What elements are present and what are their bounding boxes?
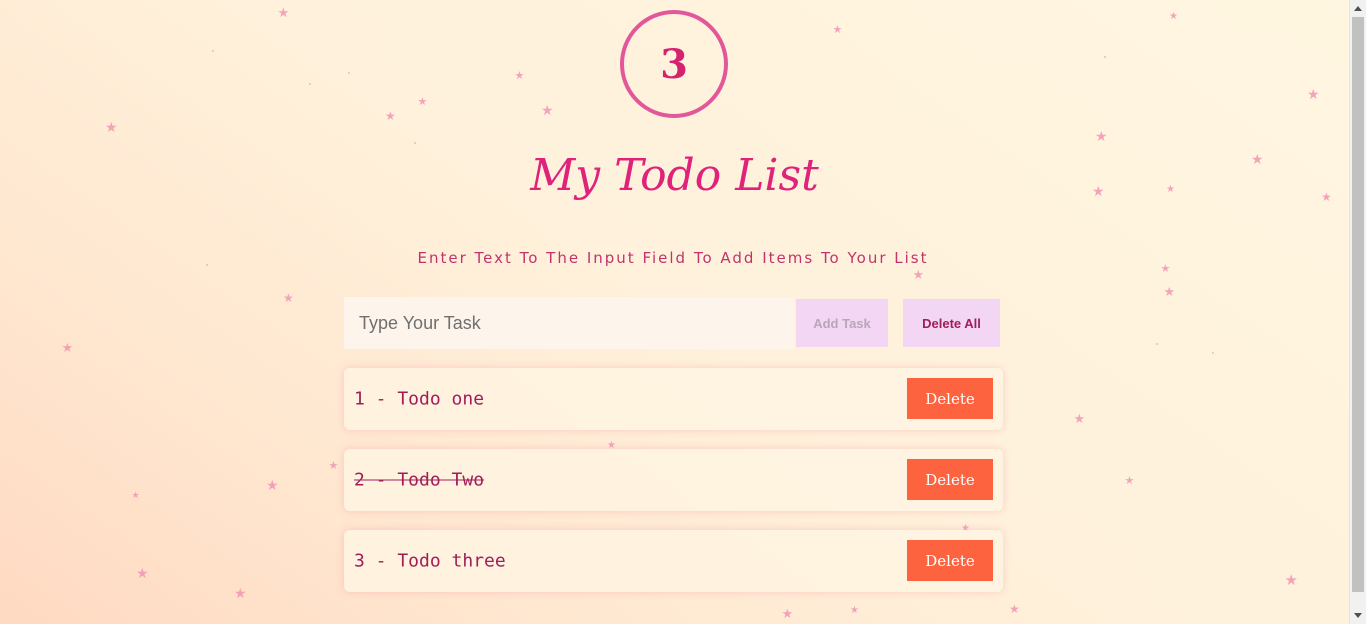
star-icon: ★	[277, 5, 290, 21]
todo-item[interactable]: 2 - Todo Two Delete	[344, 449, 1003, 511]
star-icon: ★	[417, 94, 428, 108]
scroll-thumb[interactable]	[1352, 17, 1364, 592]
delete-todo-button[interactable]: Delete	[907, 459, 993, 500]
star-icon: ★	[1095, 129, 1108, 145]
star-icon: ★	[1124, 473, 1135, 487]
star-icon: ★	[832, 22, 843, 36]
sparkle-dot	[1212, 352, 1214, 354]
star-icon: ★	[912, 267, 925, 283]
star-icon: ★	[1163, 284, 1176, 300]
star-icon: ★	[105, 120, 118, 136]
sparkle-dot	[309, 83, 311, 85]
sparkle-dot	[1104, 56, 1106, 58]
star-icon: ★	[781, 606, 794, 622]
star-icon: ★	[1169, 11, 1178, 22]
sparkle-dot	[212, 50, 214, 52]
star-icon: ★	[1073, 411, 1086, 427]
sparkle-dot	[348, 72, 350, 74]
todo-text[interactable]: 2 - Todo Two	[354, 470, 484, 491]
star-icon: ★	[541, 103, 554, 119]
star-icon: ★	[136, 566, 149, 582]
delete-all-button[interactable]: Delete All	[903, 299, 1000, 347]
todo-count: 3	[660, 40, 688, 88]
star-icon: ★	[131, 490, 140, 501]
todo-count-badge: 3	[620, 10, 728, 118]
page-subtitle: Enter Text To The Input Field To Add Ite…	[417, 249, 929, 267]
star-icon: ★	[385, 109, 396, 123]
add-task-button[interactable]: Add Task	[796, 299, 888, 347]
delete-todo-button[interactable]: Delete	[907, 378, 993, 419]
star-icon: ★	[850, 605, 859, 616]
star-icon: ★	[1284, 570, 1298, 589]
delete-todo-button[interactable]: Delete	[907, 540, 993, 581]
scroll-up-arrow-icon[interactable]	[1354, 6, 1362, 11]
todo-text[interactable]: 3 - Todo three	[354, 551, 506, 572]
task-input[interactable]	[344, 297, 794, 349]
star-icon: ★	[1307, 87, 1320, 103]
vertical-scrollbar[interactable]	[1349, 0, 1366, 624]
scroll-down-arrow-icon[interactable]	[1354, 613, 1362, 618]
star-icon: ★	[328, 458, 339, 472]
todo-item[interactable]: 1 - Todo one Delete	[344, 368, 1003, 430]
star-icon: ★	[1009, 602, 1020, 616]
page-title: My Todo List	[530, 150, 819, 201]
star-icon: ★	[61, 340, 74, 356]
sparkle-dot	[414, 142, 416, 144]
sparkle-dot	[1156, 343, 1158, 345]
star-icon: ★	[514, 68, 525, 82]
todo-item[interactable]: 3 - Todo three Delete	[344, 530, 1003, 592]
star-icon: ★	[266, 478, 279, 494]
star-icon: ★	[283, 291, 294, 305]
todo-text[interactable]: 1 - Todo one	[354, 389, 484, 410]
star-icon: ★	[234, 586, 247, 602]
